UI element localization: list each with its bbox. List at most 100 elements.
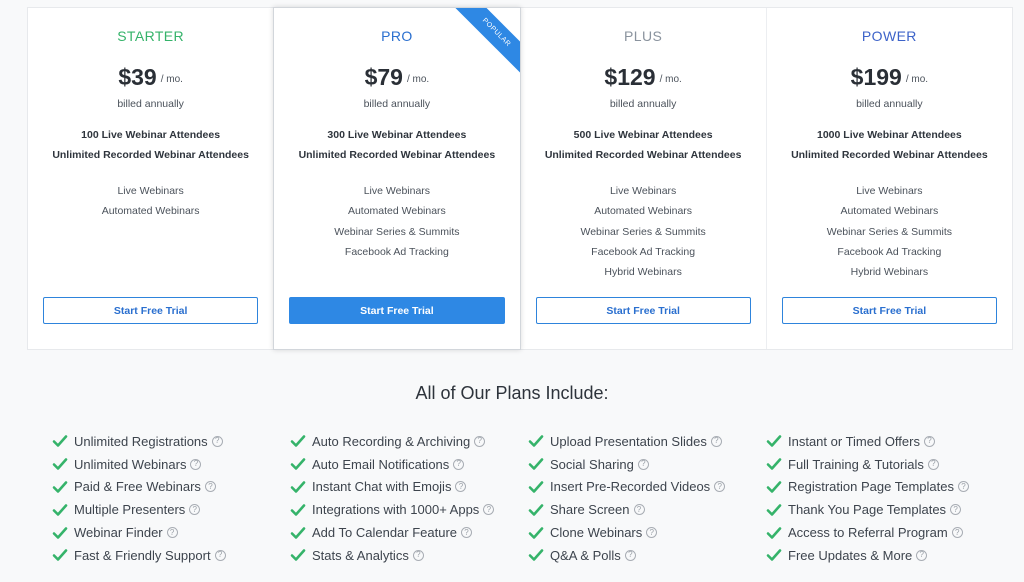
help-icon[interactable]: ?	[624, 549, 636, 561]
price-row: $129 / mo.	[521, 52, 766, 92]
plan-price: $79	[364, 64, 403, 90]
help-icon[interactable]: ?	[453, 458, 465, 470]
billing-note: billed annually	[117, 98, 184, 110]
attendee-limit: 300 Live Webinar Attendees	[327, 129, 467, 141]
include-item: Free Updates & More?	[766, 544, 1004, 567]
attendee-limit: Unlimited Recorded Webinar Attendees	[298, 149, 496, 161]
help-icon[interactable]: ?	[633, 504, 645, 516]
plan-name: POWER	[861, 28, 917, 44]
attendee-limits: 300 Live Webinar Attendees Unlimited Rec…	[274, 125, 519, 165]
plan-features: Live Webinars Automated Webinars	[28, 181, 273, 222]
help-icon[interactable]: ?	[927, 458, 939, 470]
help-icon[interactable]: ?	[166, 527, 178, 539]
checkmark-icon	[52, 549, 68, 562]
plan-feature: Webinar Series & Summits	[334, 225, 460, 238]
checkmark-icon	[528, 481, 544, 493]
plan-feature: Live Webinars	[856, 185, 923, 197]
include-item-label: Q&A & Polls	[550, 547, 621, 563]
include-item: Multiple Presenters?	[52, 498, 290, 521]
include-item-label: Share Screen	[550, 502, 630, 518]
includes-column: Auto Recording & Archiving? Auto Email No…	[290, 430, 528, 567]
help-icon[interactable]: ?	[474, 435, 486, 447]
help-icon[interactable]: ?	[714, 481, 726, 493]
checkmark-icon	[52, 435, 68, 448]
price-row: $79 / mo.	[274, 52, 519, 92]
include-item: Q&A & Polls?	[528, 544, 766, 567]
help-icon[interactable]: ?	[950, 504, 962, 516]
checkmark-icon	[290, 549, 306, 562]
include-item: Insert Pre-Recorded Videos?	[528, 476, 766, 499]
checkmark-icon	[766, 503, 782, 516]
help-icon[interactable]: ?	[455, 481, 467, 493]
help-icon[interactable]: ?	[461, 527, 473, 539]
includes-column: Instant or Timed Offers? Full Training & …	[766, 430, 1004, 567]
attendee-limit: Unlimited Recorded Webinar Attendees	[52, 149, 249, 161]
include-item-label: Add To Calendar Feature	[312, 525, 458, 541]
price-period: / mo.	[406, 74, 430, 85]
help-icon[interactable]: ?	[483, 504, 495, 516]
help-icon[interactable]: ?	[412, 549, 424, 561]
plan-feature: Automated Webinars	[840, 205, 939, 218]
checkmark-icon	[290, 526, 306, 539]
include-item: Fast & Friendly Support?	[52, 544, 290, 567]
plan-card-power: POWER $199 / mo. billed annually 1000 Li…	[765, 8, 1012, 349]
start-free-trial-button-power[interactable]: Start Free Trial	[781, 297, 997, 324]
checkmark-icon	[766, 435, 782, 448]
include-item-label: Integrations with 1000+ Apps	[312, 502, 480, 518]
include-item-label: Unlimited Registrations	[74, 433, 208, 449]
help-icon[interactable]: ?	[951, 527, 963, 539]
include-item-label: Webinar Finder	[74, 525, 163, 541]
checkmark-icon	[290, 435, 306, 448]
checkmark-icon	[52, 458, 68, 470]
include-item-label: Registration Page Templates	[788, 479, 954, 495]
plan-feature: Webinar Series & Summits	[826, 225, 952, 238]
include-item: Thank You Page Templates?	[766, 498, 1004, 521]
plan-feature: Hybrid Webinars	[604, 266, 682, 279]
include-item-label: Upload Presentation Slides	[550, 433, 707, 449]
include-item: Instant or Timed Offers?	[766, 430, 1004, 453]
start-free-trial-button-starter[interactable]: Start Free Trial	[43, 297, 259, 324]
help-icon[interactable]: ?	[190, 458, 202, 470]
include-item: Add To Calendar Feature?	[290, 521, 528, 544]
include-item: Integrations with 1000+ Apps?	[290, 498, 528, 521]
start-free-trial-button-pro[interactable]: Start Free Trial	[289, 297, 505, 324]
help-icon[interactable]: ?	[923, 435, 935, 447]
checkmark-icon	[290, 503, 306, 516]
help-icon[interactable]: ?	[646, 527, 658, 539]
help-icon[interactable]: ?	[189, 504, 201, 516]
checkmark-icon	[528, 435, 544, 448]
include-item: Auto Email Notifications?	[290, 453, 528, 476]
checkmark-icon	[528, 458, 544, 470]
plan-feature: Automated Webinars	[594, 205, 693, 218]
include-item: Full Training & Tutorials?	[766, 453, 1004, 476]
price-period: / mo.	[905, 74, 929, 85]
help-icon[interactable]: ?	[204, 481, 216, 493]
help-icon[interactable]: ?	[710, 435, 722, 447]
plan-feature: Hybrid Webinars	[850, 266, 929, 279]
start-free-trial-button-plus[interactable]: Start Free Trial	[535, 297, 751, 324]
attendee-limits: 500 Live Webinar Attendees Unlimited Rec…	[521, 125, 766, 165]
plan-features: Live Webinars Automated Webinars Webinar…	[274, 181, 519, 262]
help-icon[interactable]: ?	[211, 435, 223, 447]
include-item: Paid & Free Webinars?	[52, 476, 290, 499]
checkmark-icon	[528, 549, 544, 562]
help-icon[interactable]: ?	[916, 549, 928, 561]
checkmark-icon	[52, 526, 68, 539]
plan-feature: Live Webinars	[117, 185, 184, 197]
help-icon[interactable]: ?	[637, 458, 649, 470]
include-item-label: Auto Recording & Archiving	[312, 433, 471, 449]
plan-price: $129	[604, 64, 656, 90]
include-item: Registration Page Templates?	[766, 476, 1004, 499]
plan-card-pro: POPULAR PRO $79 / mo. billed annually 30…	[273, 7, 521, 350]
plan-features: Live Webinars Automated Webinars Webinar…	[521, 181, 766, 282]
help-icon[interactable]: ?	[214, 549, 226, 561]
plan-price: $199	[850, 64, 902, 90]
help-icon[interactable]: ?	[957, 481, 969, 493]
plan-name: STARTER	[117, 28, 185, 44]
include-item-label: Thank You Page Templates	[788, 502, 947, 518]
include-item: Stats & Analytics?	[290, 544, 528, 567]
price-row: $199 / mo.	[767, 52, 1012, 92]
price-period: / mo.	[160, 74, 183, 85]
include-item: Social Sharing?	[528, 453, 766, 476]
plan-feature: Live Webinars	[363, 185, 431, 197]
